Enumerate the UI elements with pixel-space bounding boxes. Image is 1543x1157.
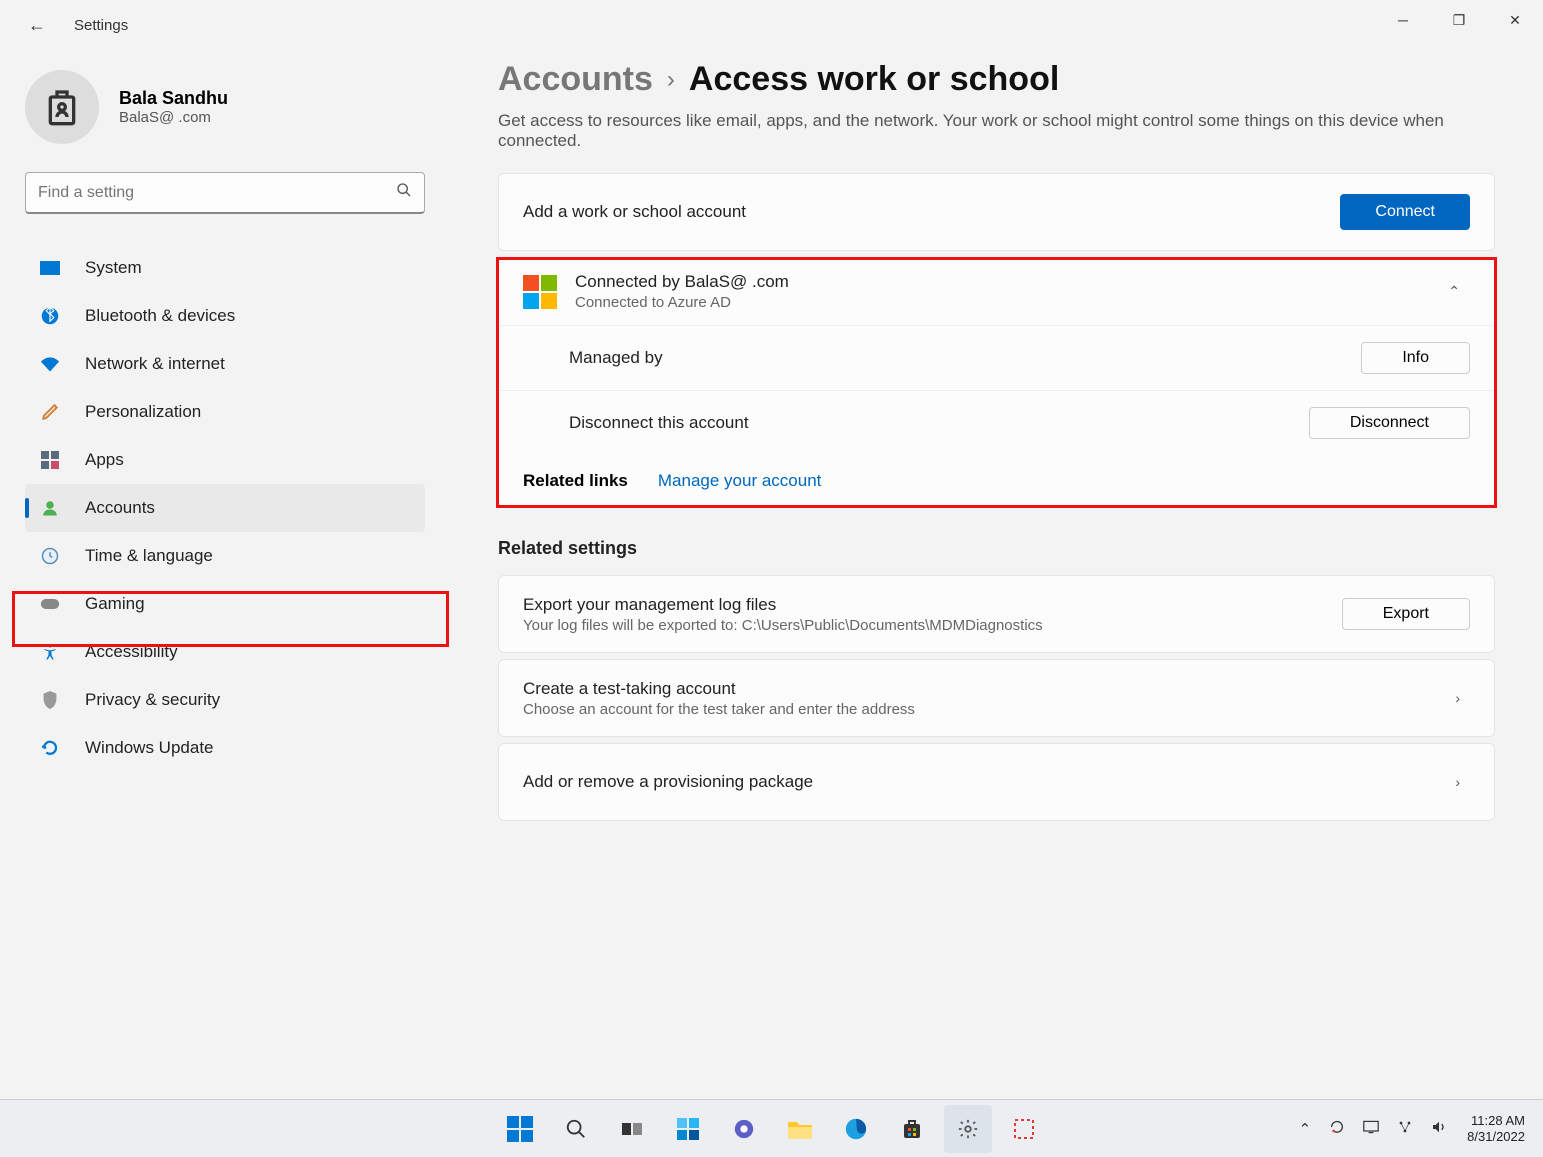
bluetooth-icon — [39, 305, 61, 327]
info-button[interactable]: Info — [1361, 342, 1470, 374]
taskbar-clock[interactable]: 11:28 AM 8/31/2022 — [1459, 1113, 1533, 1144]
export-card: Export your management log files Your lo… — [498, 575, 1495, 653]
disconnect-label: Disconnect this account — [569, 413, 749, 433]
provisioning-title: Add or remove a provisioning package — [523, 772, 813, 792]
connected-account-card: Connected by BalaS@ .com Connected to Az… — [498, 257, 1495, 508]
tray-sync-icon[interactable] — [1323, 1115, 1351, 1143]
sidebar-item-network[interactable]: Network & internet — [25, 340, 425, 388]
avatar — [25, 70, 99, 144]
apps-icon — [39, 449, 61, 471]
person-icon — [39, 497, 61, 519]
export-button[interactable]: Export — [1342, 598, 1470, 630]
chevron-right-icon: › — [1445, 768, 1470, 796]
breadcrumb: Accounts › Access work or school — [498, 60, 1495, 99]
snipping-tool-icon[interactable] — [1000, 1105, 1048, 1153]
chevron-up-icon[interactable]: ⌃ — [1438, 277, 1470, 306]
related-links-label: Related links — [523, 471, 628, 491]
tray-chevron-icon[interactable]: ⌃ — [1293, 1116, 1318, 1142]
sidebar-item-privacy[interactable]: Privacy & security — [25, 676, 425, 724]
maximize-button[interactable]: ❐ — [1431, 0, 1487, 40]
export-subtitle: Your log files will be exported to: C:\U… — [523, 617, 1043, 634]
profile-name: Bala Sandhu — [119, 88, 228, 109]
accessibility-icon — [39, 641, 61, 663]
store-icon[interactable] — [888, 1105, 936, 1153]
export-title: Export your management log files — [523, 595, 1043, 615]
connected-subtitle: Connected to Azure AD — [575, 294, 1420, 311]
test-account-subtitle: Choose an account for the test taker and… — [523, 701, 915, 718]
settings-icon[interactable] — [944, 1105, 992, 1153]
connected-title: Connected by BalaS@ .com — [575, 272, 1420, 292]
page-title: Access work or school — [689, 60, 1059, 99]
edge-icon[interactable] — [832, 1105, 880, 1153]
tray-network-icon[interactable] — [1391, 1115, 1419, 1143]
main-content: Accounts › Access work or school Get acc… — [450, 50, 1543, 1078]
disconnect-button[interactable]: Disconnect — [1309, 407, 1470, 439]
sidebar: Bala Sandhu BalaS@ .com System Bluetooth… — [0, 50, 450, 1078]
back-button[interactable]: ← — [20, 11, 54, 40]
brush-icon — [39, 401, 61, 423]
page-description: Get access to resources like email, apps… — [498, 111, 1478, 151]
clock-icon — [39, 545, 61, 567]
microsoft-logo-icon — [523, 275, 557, 309]
minimize-button[interactable]: ─ — [1375, 0, 1431, 40]
user-profile[interactable]: Bala Sandhu BalaS@ .com — [25, 70, 425, 144]
wifi-icon — [39, 353, 61, 375]
test-account-title: Create a test-taking account — [523, 679, 915, 699]
task-view-icon[interactable] — [608, 1105, 656, 1153]
manage-account-link[interactable]: Manage your account — [658, 471, 822, 491]
teams-icon[interactable] — [720, 1105, 768, 1153]
search-input[interactable] — [38, 184, 396, 202]
related-settings-heading: Related settings — [498, 538, 1495, 559]
add-account-card: Add a work or school account Connect — [498, 173, 1495, 251]
connected-account-header[interactable]: Connected by BalaS@ .com Connected to Az… — [499, 258, 1494, 325]
tray-volume-icon[interactable] — [1425, 1115, 1453, 1143]
nav-list: System Bluetooth & devices Network & int… — [25, 244, 425, 772]
sidebar-item-system[interactable]: System — [25, 244, 425, 292]
provisioning-card[interactable]: Add or remove a provisioning package › — [498, 743, 1495, 821]
sidebar-item-gaming[interactable]: Gaming — [25, 580, 425, 628]
app-title: Settings — [74, 17, 128, 34]
chevron-right-icon: › — [667, 66, 675, 94]
close-button[interactable]: ✕ — [1487, 0, 1543, 40]
taskbar-search-icon[interactable] — [552, 1105, 600, 1153]
search-icon — [396, 182, 412, 203]
managed-by-label: Managed by — [569, 348, 663, 368]
search-box[interactable] — [25, 172, 425, 214]
shield-icon — [39, 689, 61, 711]
chevron-right-icon: › — [1445, 684, 1470, 712]
breadcrumb-root[interactable]: Accounts — [498, 60, 653, 99]
sidebar-item-personalization[interactable]: Personalization — [25, 388, 425, 436]
system-icon — [39, 257, 61, 279]
gamepad-icon — [39, 593, 61, 615]
sidebar-item-bluetooth[interactable]: Bluetooth & devices — [25, 292, 425, 340]
sidebar-item-accessibility[interactable]: Accessibility — [25, 628, 425, 676]
start-button[interactable] — [496, 1105, 544, 1153]
sidebar-item-apps[interactable]: Apps — [25, 436, 425, 484]
sidebar-item-time[interactable]: Time & language — [25, 532, 425, 580]
sidebar-item-accounts[interactable]: Accounts — [25, 484, 425, 532]
file-explorer-icon[interactable] — [776, 1105, 824, 1153]
sidebar-item-update[interactable]: Windows Update — [25, 724, 425, 772]
add-account-label: Add a work or school account — [523, 202, 746, 222]
profile-email: BalaS@ .com — [119, 109, 228, 126]
test-account-card[interactable]: Create a test-taking account Choose an a… — [498, 659, 1495, 737]
taskbar: ⌃ 11:28 AM 8/31/2022 — [0, 1099, 1543, 1157]
connect-button[interactable]: Connect — [1340, 194, 1470, 230]
widgets-icon[interactable] — [664, 1105, 712, 1153]
tray-vm-icon[interactable] — [1357, 1116, 1385, 1142]
update-icon — [39, 737, 61, 759]
